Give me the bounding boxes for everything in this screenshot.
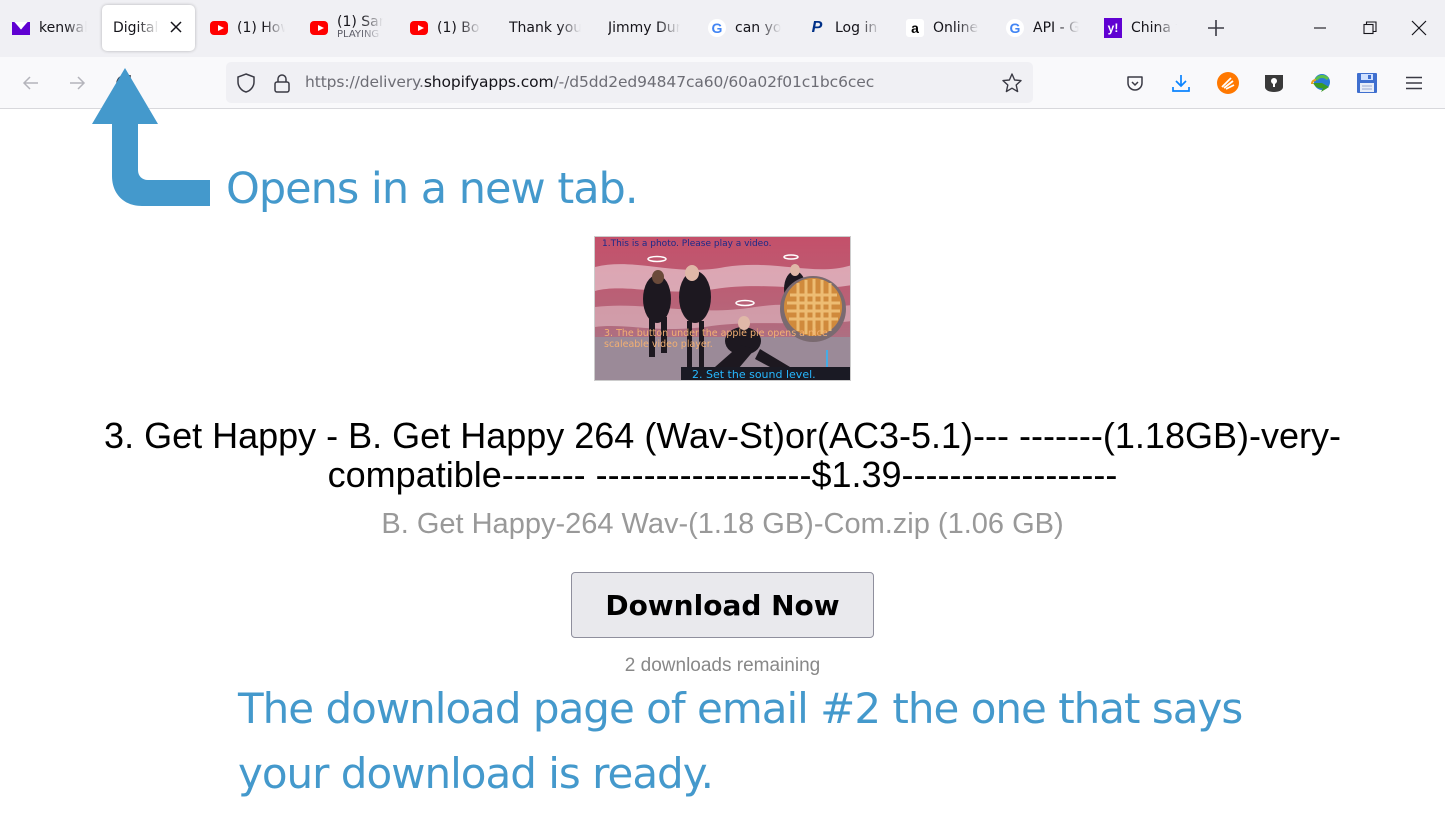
address-bar[interactable]: https://delivery.shopifyapps.com/-/d5dd2…	[226, 62, 1033, 103]
bitwarden-extension-button[interactable]	[1261, 70, 1287, 96]
thumbnail-caption-1: 1.This is a photo. Please play a video.	[602, 239, 772, 249]
tracking-protection-shield-icon[interactable]	[235, 72, 257, 94]
forward-arrow-icon	[70, 76, 86, 90]
tab-paypal[interactable]: P Log in	[808, 5, 883, 51]
tab-digital-download[interactable]: Digital D	[102, 5, 195, 51]
thumbnail-caption-2: 2. Set the sound level.	[692, 368, 816, 381]
tab-google-search[interactable]: G can yo	[708, 5, 783, 51]
forward-button[interactable]	[63, 69, 91, 97]
tab-amazon[interactable]: a Online	[906, 5, 981, 51]
avast-icon	[1217, 72, 1239, 94]
download-now-button[interactable]: Download Now	[571, 572, 874, 638]
google-icon: G	[708, 19, 726, 37]
restore-icon	[1363, 21, 1377, 35]
annotation-up-arrow-icon	[92, 68, 210, 206]
new-tab-plus-icon[interactable]	[1204, 16, 1228, 40]
tab-youtube-3[interactable]: (1) Bor	[410, 5, 490, 51]
amazon-icon: a	[906, 19, 924, 37]
idm-extension-button[interactable]	[1308, 70, 1334, 96]
downloads-icon	[1172, 75, 1190, 92]
tab-thank-you[interactable]: Thank you!	[509, 5, 584, 51]
google-icon: G	[1006, 19, 1024, 37]
video-thumbnail[interactable]: 1.This is a photo. Please play a video. …	[594, 236, 851, 381]
tab-youtube-playing[interactable]: (1) San PLAYING	[310, 5, 390, 51]
back-button[interactable]	[17, 69, 45, 97]
tab-google-api[interactable]: G API - G	[1006, 5, 1081, 51]
youtube-icon	[410, 20, 428, 36]
downloads-button[interactable]	[1168, 70, 1194, 96]
bookmark-star-icon[interactable]	[1001, 72, 1023, 94]
youtube-icon	[210, 20, 228, 36]
thumbnail-caption-3: 3. The button under the apple pie opens …	[604, 328, 828, 350]
restore-button[interactable]	[1356, 14, 1384, 42]
hamburger-menu-icon	[1406, 76, 1422, 90]
download-file-name: B. Get Happy-264 Wav-(1.18 GB)-Com.zip (…	[381, 508, 1064, 540]
youtube-icon	[310, 20, 328, 36]
pocket-icon	[1127, 76, 1143, 91]
annotation-opens-new-tab: Opens in a new tab.	[226, 164, 639, 214]
save-page-icon	[1357, 73, 1377, 93]
tab-yahoo-china[interactable]: y! China t	[1104, 5, 1179, 51]
pocket-button[interactable]	[1122, 70, 1148, 96]
minimize-button[interactable]	[1306, 14, 1334, 42]
minimize-icon	[1314, 27, 1326, 29]
lock-icon[interactable]	[271, 72, 293, 94]
close-window-icon	[1411, 20, 1427, 36]
back-arrow-icon	[22, 76, 38, 90]
dancers-photo	[595, 237, 850, 380]
url-text[interactable]: https://delivery.shopifyapps.com/-/d5dd2…	[305, 73, 874, 91]
downloads-remaining-text: 2 downloads remaining	[624, 655, 821, 676]
avast-extension-button[interactable]	[1215, 70, 1241, 96]
product-title: 3. Get Happy - B. Get Happy 264 (Wav-St)…	[104, 415, 1341, 495]
tab-jimmy-durante[interactable]: Jimmy Dur	[608, 5, 683, 51]
tab-yahoo-mail[interactable]: kenwal	[12, 5, 90, 51]
yahoo-icon: y!	[1104, 18, 1122, 38]
playing-indicator: PLAYING	[337, 30, 383, 41]
yahoo-mail-icon	[12, 20, 30, 36]
app-menu-button[interactable]	[1401, 70, 1427, 96]
tab-youtube-1[interactable]: (1) How	[210, 5, 290, 51]
paypal-icon: P	[811, 19, 823, 36]
tab-strip: kenwal Digital D (1) How (1) San PLAYING…	[0, 0, 1445, 57]
close-tab-icon[interactable]	[167, 18, 185, 36]
close-window-button[interactable]	[1405, 14, 1433, 42]
save-page-extension-button[interactable]	[1354, 70, 1380, 96]
bitwarden-icon	[1265, 75, 1283, 92]
annotation-download-page-note: The download page of email #2 the one th…	[238, 684, 1243, 798]
idm-icon	[1311, 74, 1330, 92]
navigation-toolbar: https://delivery.shopifyapps.com/-/d5dd2…	[0, 57, 1445, 109]
